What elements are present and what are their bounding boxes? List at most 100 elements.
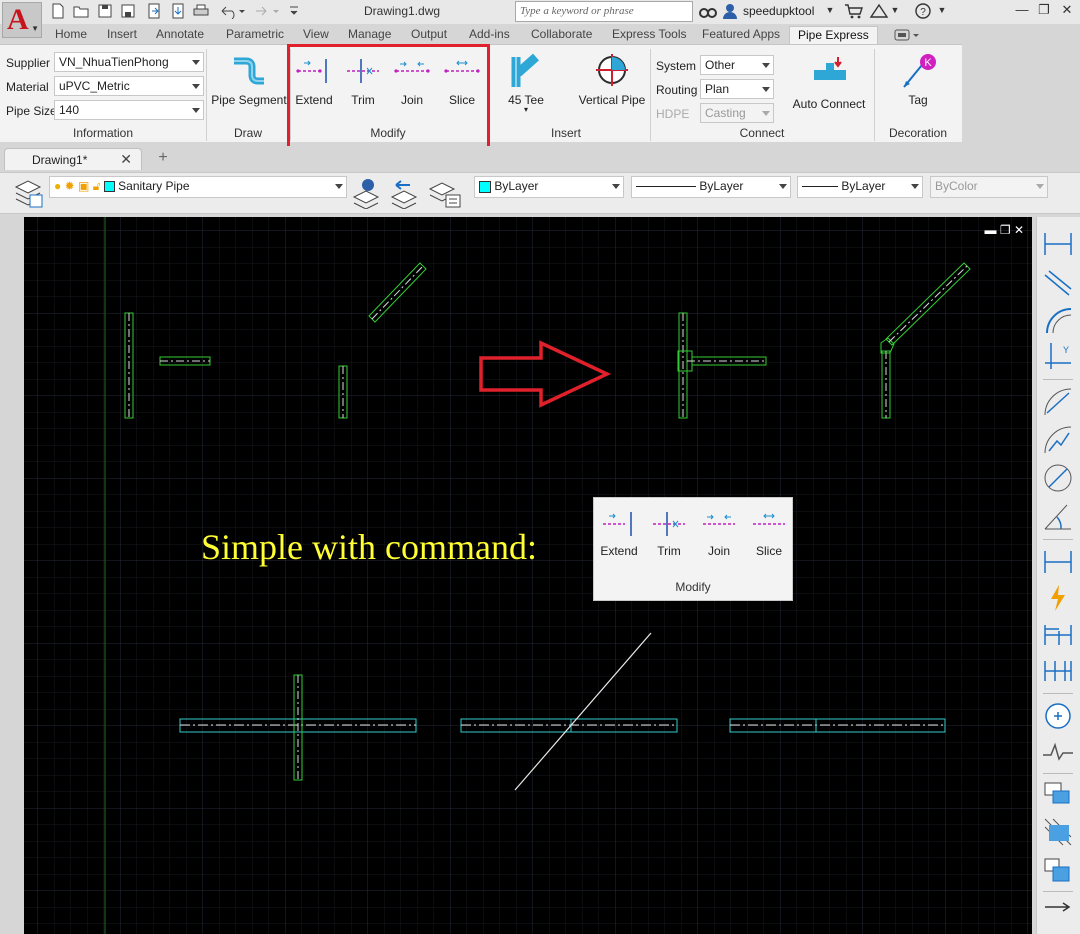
binoculars-icon[interactable] [699, 3, 717, 19]
material-select[interactable]: uPVC_Metric [54, 76, 204, 96]
diameter-icon[interactable] [1041, 461, 1075, 495]
tab-collaborate[interactable]: Collaborate [531, 26, 592, 44]
tab-pipe-express[interactable]: Pipe Express [789, 26, 878, 44]
panel-title-decoration[interactable]: Decoration [874, 126, 962, 140]
new-tab-button[interactable]: + [152, 149, 174, 169]
cart-icon[interactable] [844, 3, 864, 19]
user-name[interactable]: speedupktool [743, 4, 814, 18]
layer-name: Sanitary Pipe [118, 179, 190, 193]
linetype-select[interactable]: ByLayer [631, 176, 791, 198]
minimize-icon[interactable]: — [1011, 2, 1033, 20]
minimize-icon[interactable]: ▬ [984, 223, 996, 237]
jog-line-icon[interactable] [1041, 735, 1075, 769]
save-icon[interactable] [97, 3, 113, 19]
continue-icon[interactable] [1041, 653, 1075, 687]
autodesk-app-icon[interactable] [869, 3, 889, 19]
ordinate-icon[interactable]: Y [1041, 339, 1075, 373]
save-as-icon[interactable] [120, 3, 136, 19]
model-space-canvas[interactable]: ▬ ❐ ✕ Simple with command: Extend Trim J… [24, 217, 1032, 934]
close-icon[interactable]: ✕ [1014, 223, 1024, 237]
undo-icon[interactable] [218, 3, 246, 19]
panel-title-connect[interactable]: Connect [650, 126, 874, 140]
cloud-save-icon[interactable] [170, 3, 186, 19]
tab-parametric[interactable]: Parametric [226, 26, 284, 44]
jogged-radius-icon[interactable] [1041, 423, 1075, 457]
new-icon[interactable] [50, 3, 66, 19]
ribbon-minimize-icon[interactable] [894, 28, 922, 42]
routing-label: Routing [656, 83, 698, 97]
plot-style-select: ByColor [930, 176, 1048, 198]
color-select[interactable]: ByLayer [474, 176, 624, 198]
aligned-dimension-icon[interactable] [1041, 265, 1075, 299]
doc-tab-label: Drawing1* [32, 153, 88, 167]
auto-connect-button[interactable]: Auto Connect [786, 49, 872, 111]
tab-manage[interactable]: Manage [348, 26, 391, 44]
tab-output[interactable]: Output [411, 26, 447, 44]
close-icon[interactable]: ✕ [120, 151, 132, 168]
grid [24, 217, 1032, 934]
tee-45-icon [511, 53, 539, 87]
radius-icon[interactable] [1041, 385, 1075, 419]
leader-icon[interactable] [1041, 897, 1075, 917]
search-input[interactable]: Type a keyword or phrase [515, 1, 693, 22]
vertical-pipe-button[interactable]: Vertical Pipe [574, 49, 650, 109]
restore-icon[interactable]: ❐ [1033, 2, 1055, 20]
tab-add-ins[interactable]: Add-ins [469, 26, 510, 44]
callout-extend-label: Extend [600, 544, 638, 558]
application-menu-button[interactable]: A ▼ [2, 2, 42, 38]
layer-state-icon[interactable] [428, 177, 462, 209]
panel-title-insert[interactable]: Insert [488, 126, 644, 140]
color-swatch [479, 180, 491, 193]
restore-icon[interactable]: ❐ [1000, 223, 1011, 237]
pipe-size-select[interactable]: 140 [54, 100, 204, 120]
open-icon[interactable] [73, 3, 89, 19]
tee-45-button[interactable]: 45 Tee ▾ [500, 49, 552, 117]
quick-dimension-icon[interactable] [1041, 545, 1075, 579]
tag-button[interactable]: K Tag [888, 49, 948, 109]
hdpe-label: HDPE [656, 107, 690, 121]
layer-select[interactable]: ● ✹ ▣ 🔓︎ Sanitary Pipe [49, 176, 347, 198]
arc-length-icon[interactable] [1041, 303, 1075, 337]
tag-badge: K [924, 57, 932, 69]
cloud-open-icon[interactable] [146, 3, 162, 19]
tab-express-tools[interactable]: Express Tools [612, 26, 686, 44]
layer-properties-icon[interactable] [14, 177, 44, 209]
chevron-down-icon[interactable]: ▼ [824, 5, 836, 23]
lineweight-select[interactable]: ByLayer [797, 176, 923, 198]
routing-select[interactable]: Plan [700, 79, 774, 99]
tab-annotate[interactable]: Annotate [156, 26, 204, 44]
linear-dimension-icon[interactable] [1041, 227, 1075, 261]
user-icon[interactable] [722, 3, 738, 19]
supplier-select[interactable]: VN_NhuaTienPhong [54, 52, 204, 72]
help-icon[interactable]: ? [914, 3, 932, 19]
chevron-down-icon[interactable]: ▼ [889, 5, 901, 23]
panel-title-information[interactable]: Information [0, 126, 206, 140]
tab-view[interactable]: View [303, 26, 329, 44]
panel-title-draw[interactable]: Draw [206, 126, 290, 140]
print-icon[interactable] [193, 3, 209, 19]
redo-icon[interactable] [252, 3, 280, 19]
edit-dimension-icon[interactable] [1041, 777, 1075, 811]
tab-featured-apps[interactable]: Featured Apps [702, 26, 780, 44]
close-icon[interactable]: ✕ [1056, 2, 1078, 20]
title-bar: A ▼ Drawing1.dwg Type a keyword or phras… [0, 0, 1080, 38]
chevron-down-icon[interactable]: ▼ [936, 5, 948, 23]
system-label: System [656, 59, 697, 73]
trim-icon [653, 512, 685, 536]
center-mark-icon[interactable] [1041, 699, 1075, 733]
pipe-segment-button[interactable]: Pipe Segment [210, 49, 288, 109]
angular-icon[interactable] [1041, 499, 1075, 533]
tab-insert[interactable]: Insert [107, 26, 137, 44]
quick-dimension-lightning-icon[interactable] [1041, 581, 1075, 615]
chevron-down-icon: ▾ [523, 105, 528, 114]
doc-tab-drawing1[interactable]: Drawing1* ✕ [4, 148, 142, 170]
system-select[interactable]: Other [700, 55, 774, 75]
tab-home[interactable]: Home [55, 26, 87, 44]
layer-previous-icon[interactable] [390, 177, 420, 209]
make-current-icon[interactable] [352, 177, 382, 209]
baseline-icon[interactable] [1041, 617, 1075, 651]
copy-icon[interactable] [1041, 853, 1075, 887]
vertical-pipe-label: Vertical Pipe [578, 93, 646, 107]
customize-icon[interactable] [288, 3, 300, 19]
hatch-icon[interactable] [1041, 815, 1075, 849]
